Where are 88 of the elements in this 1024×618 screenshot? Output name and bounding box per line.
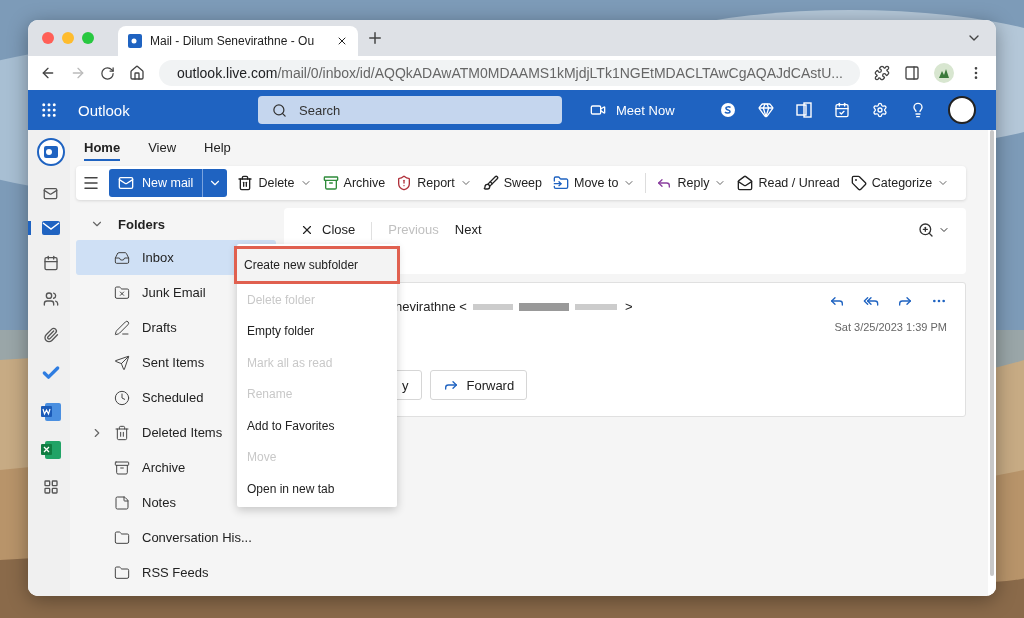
folder-move-icon [553,175,569,191]
folders-header[interactable]: Folders [76,208,276,240]
trash-icon [237,175,254,191]
office-icon[interactable] [796,102,812,118]
inbox-icon [114,249,130,266]
toolbar-button[interactable]: Delete [236,175,313,191]
forward-button[interactable]: Forward [429,370,528,400]
folder-item[interactable]: Conversation His... [76,520,260,555]
folder-item[interactable]: Scheduled [76,380,212,415]
zoom-icon[interactable] [918,222,934,238]
paperclip-icon[interactable] [42,327,59,343]
folder-icon [114,529,130,546]
folder-icon [114,564,130,581]
close-icon[interactable] [336,35,348,47]
clock-icon [114,389,130,406]
toolbar-button[interactable]: Reply [655,175,728,191]
outlook-logo-icon [128,34,142,48]
menu-icon[interactable] [82,174,100,192]
sender-name: nevirathne < [395,299,467,314]
side-panel-icon[interactable] [904,65,920,81]
shield-icon [396,175,413,191]
menu-item[interactable]: Add to Favorites [237,410,397,442]
extensions-icon[interactable] [874,65,890,81]
address-bar[interactable]: outlook.live.com/mail/0/inbox/id/AQQkADAwATM0MDAAMS1kMjdjLTk1NGEtMDACLTAwCgAQAJdCAstU... [159,60,860,86]
envelope-icon [118,175,134,191]
broom-icon [482,175,499,191]
reload-icon[interactable] [100,65,115,81]
browser-tab[interactable]: Mail - Dilum Senevirathne - Ou [118,26,358,56]
folder-item[interactable]: Notes [76,485,184,520]
folder-item[interactable]: Drafts [76,310,185,345]
folder-item[interactable]: RSS Feeds [76,555,217,590]
new-tab-icon[interactable] [366,29,384,47]
toolbar-button[interactable]: Move to [552,175,637,191]
send-icon [114,354,130,371]
folder-item[interactable]: Archive [76,450,194,485]
search-icon [272,102,287,118]
app-launcher-icon[interactable] [40,101,58,119]
people-icon[interactable] [42,291,59,307]
archive-icon [322,175,339,191]
video-camera-icon [590,102,606,118]
lightbulb-icon[interactable] [910,102,926,118]
skype-icon[interactable] [720,102,736,118]
word-icon[interactable] [40,403,61,421]
menu-item[interactable]: Create new subfolder [234,246,400,284]
toolbar-button[interactable]: Archive [321,175,387,191]
menu-item[interactable]: Empty folder [237,315,397,347]
new-mail-button[interactable]: New mail [109,169,203,197]
open-envelope-icon [737,175,754,191]
calendar-icon[interactable] [42,255,59,271]
note-icon [114,494,130,511]
avatar[interactable] [948,96,976,124]
folder-item[interactable]: Junk Email [76,275,214,310]
next-button[interactable]: Next [454,222,482,237]
toolbar-button[interactable]: Categorize [849,175,951,191]
toolbar-button[interactable]: Read / Unread [736,175,841,191]
back-icon[interactable] [40,65,56,81]
tag-icon [850,175,867,191]
ribbon-tab[interactable]: Help [204,135,231,161]
apps-grid-icon[interactable] [42,479,59,495]
diamond-icon[interactable] [758,102,774,118]
app-name: Outlook [78,101,131,119]
new-mail-dropdown[interactable] [202,169,228,197]
message-date: Sat 3/25/2023 1:39 PM [834,321,947,333]
settings-icon[interactable] [872,102,888,118]
profile-avatar-icon[interactable] [934,63,954,83]
tab-title: Mail - Dilum Senevirathne - Ou [150,34,316,48]
compose-mail-icon[interactable] [43,186,58,201]
outlook-logo-icon[interactable] [36,138,65,166]
scrollbar-thumb[interactable] [990,130,994,576]
meet-now-button[interactable]: Meet Now [590,102,675,118]
ribbon-tab[interactable]: Home [84,135,121,161]
folder-x-icon [114,284,130,301]
pencil-icon [114,319,130,336]
folder-item[interactable]: Sent Items [76,345,213,380]
mail-icon[interactable] [41,221,60,235]
search-field[interactable]: Search [258,96,562,124]
menu-item[interactable]: Open in new tab [237,473,397,505]
archive-icon [114,459,130,476]
toolbar-button[interactable]: Report [395,175,473,191]
folder-item[interactable]: Deleted Items [76,415,231,450]
home-icon[interactable] [129,65,145,81]
calendar-check-icon[interactable] [834,102,850,118]
close-button[interactable]: Close [300,222,356,237]
excel-icon[interactable] [40,441,61,459]
trash-icon [114,424,130,441]
toolbar-button[interactable]: Sweep [481,175,543,191]
ribbon-tab[interactable]: View [148,135,177,161]
sender-end: > [624,299,633,314]
